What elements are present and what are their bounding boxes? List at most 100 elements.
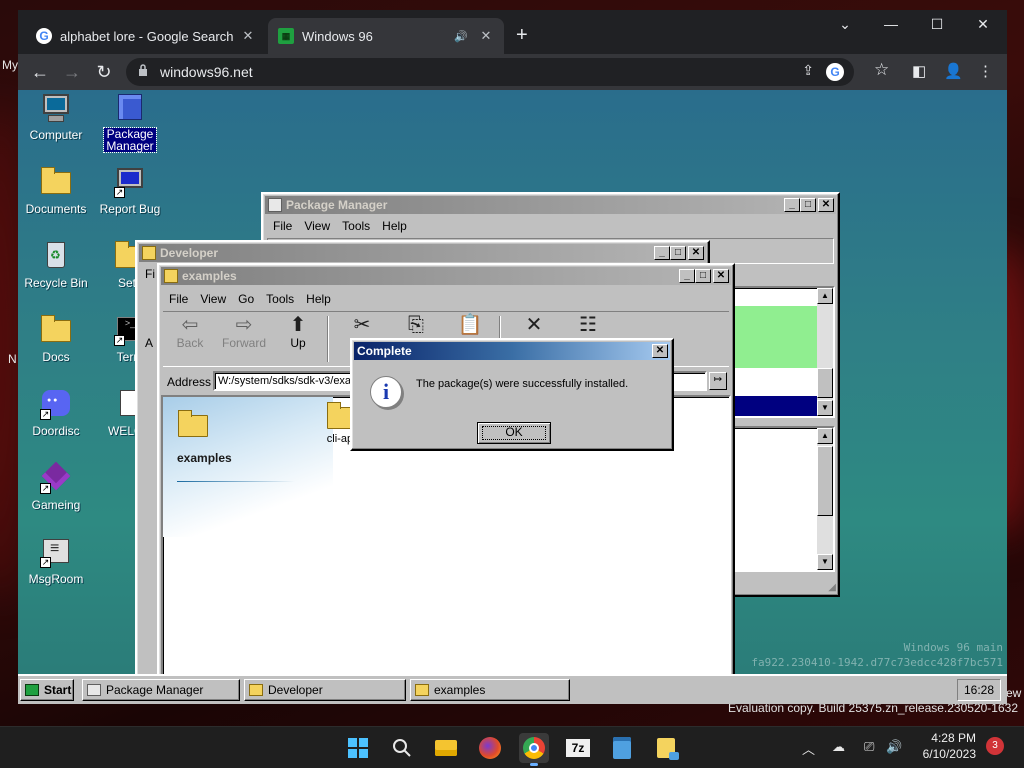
scrollbar[interactable]: ▲ ▼ xyxy=(817,288,833,416)
system-clock[interactable]: 4:28 PM 6/10/2023 xyxy=(923,730,976,762)
scroll-thumb[interactable] xyxy=(817,368,833,398)
maximize-icon[interactable]: ☐ xyxy=(922,16,952,33)
network-off-icon[interactable]: ☁ xyxy=(832,739,845,755)
go-arrow-icon[interactable]: ↦ xyxy=(709,372,727,390)
desktop-icon-documents[interactable]: Documents xyxy=(20,166,92,216)
tab-google-search[interactable]: G alphabet lore - Google Search ✕ xyxy=(26,18,266,54)
reload-icon[interactable]: ↻ xyxy=(92,60,116,84)
discord-icon: ↗ xyxy=(40,388,72,420)
explorer-titlebar[interactable]: examples _ □ ✕ xyxy=(161,267,731,285)
side-panel-icon[interactable]: ◧ xyxy=(912,62,926,80)
resize-grip-icon[interactable]: ◢ xyxy=(828,582,836,593)
forward-button[interactable]: ⇨ Forward xyxy=(219,312,269,366)
complete-dialog-titlebar[interactable]: Complete ✕ xyxy=(354,342,670,360)
back-button[interactable]: ⇦ Back xyxy=(165,312,215,366)
volume-icon[interactable]: 🔊 xyxy=(886,739,902,755)
clock-date: 6/10/2023 xyxy=(922,747,976,761)
audio-playing-icon[interactable]: 🔊 xyxy=(454,30,468,43)
package-list-item-installed[interactable] xyxy=(733,306,817,368)
menu-tools[interactable]: Tools xyxy=(260,292,300,306)
close-button[interactable]: ✕ xyxy=(818,198,834,212)
desktop-icon-doordisc[interactable]: ↗ Doordisc xyxy=(20,388,92,438)
close-icon[interactable]: ✕ xyxy=(240,28,256,44)
close-button[interactable]: ✕ xyxy=(713,269,729,283)
package-manager-menubar: File View Tools Help xyxy=(267,216,834,236)
google-icon: G xyxy=(36,28,52,44)
new-tab-icon[interactable]: + xyxy=(516,24,528,47)
profile-icon[interactable]: 👤 xyxy=(944,62,963,80)
folder-icon xyxy=(164,269,178,283)
menu-tools[interactable]: Tools xyxy=(336,219,376,233)
taskbar-item-developer[interactable]: Developer xyxy=(244,679,406,701)
scroll-up-icon[interactable]: ▲ xyxy=(817,288,833,304)
cube-icon: ↗ xyxy=(40,461,72,494)
scroll-down-icon[interactable]: ▼ xyxy=(817,554,833,570)
maximize-button[interactable]: □ xyxy=(695,269,711,283)
address-bar[interactable]: windows96.net ⇪ G xyxy=(126,58,854,86)
package-list[interactable]: ▲ ▼ xyxy=(731,286,835,418)
scissors-icon: ✂ xyxy=(353,314,371,336)
desktop-icon-report-bug[interactable]: ↗ Report Bug xyxy=(94,166,166,216)
minimize-button[interactable]: _ xyxy=(654,246,670,260)
scroll-down-icon[interactable]: ▼ xyxy=(817,400,833,416)
display-icon[interactable]: ⎚ xyxy=(864,739,874,755)
menu-help[interactable]: Help xyxy=(376,219,413,233)
notepad-icon[interactable] xyxy=(607,733,637,763)
desktop-icon-package-manager[interactable]: Package Manager xyxy=(94,92,166,153)
scroll-thumb[interactable] xyxy=(817,446,833,516)
tab-title: Windows 96 xyxy=(302,28,373,44)
close-window-icon[interactable]: ✕ xyxy=(968,16,998,33)
minimize-icon[interactable]: — xyxy=(876,16,906,32)
taskbar-clock[interactable]: 16:28 xyxy=(957,679,1001,701)
dialog-message: The package(s) were successfully install… xyxy=(416,378,629,390)
minimize-button[interactable]: _ xyxy=(679,269,695,283)
tab-windows-96[interactable]: ▦ Windows 96 🔊 ✕ xyxy=(268,18,504,54)
ok-button[interactable]: OK xyxy=(477,422,551,444)
minimize-button[interactable]: _ xyxy=(784,198,800,212)
folder-icon xyxy=(177,409,211,439)
file-explorer-icon[interactable] xyxy=(431,733,461,763)
tab-search-icon[interactable]: ⌄ xyxy=(830,16,860,33)
desktop-icon-gameing[interactable]: ↗ Gameing xyxy=(20,461,92,512)
taskbar-item-examples[interactable]: examples xyxy=(410,679,570,701)
menu-file[interactable]: File xyxy=(267,219,298,233)
windows-start-icon[interactable] xyxy=(343,733,373,763)
forward-arrow-icon[interactable]: → xyxy=(60,60,84,84)
menu-kebab-icon[interactable]: ⋮ xyxy=(978,62,993,80)
close-icon[interactable]: ✕ xyxy=(478,28,494,44)
developer-titlebar[interactable]: Developer _ □ ✕ xyxy=(139,244,706,262)
google-lens-icon[interactable]: G xyxy=(826,63,844,81)
desktop-icon-msgroom[interactable]: ↗ MsgRoom xyxy=(20,536,92,586)
maximize-button[interactable]: □ xyxy=(800,198,816,212)
menu-view[interactable]: View xyxy=(298,219,336,233)
desktop-icon-recycle-bin[interactable]: Recycle Bin xyxy=(20,240,92,290)
close-button[interactable]: ✕ xyxy=(688,246,704,260)
sticky-icon[interactable] xyxy=(651,733,681,763)
share-icon[interactable]: ⇪ xyxy=(802,62,814,79)
chevron-up-icon[interactable]: ︿ xyxy=(802,739,815,758)
chrome-icon[interactable] xyxy=(519,733,549,766)
browser-toolbar: ← → ↻ windows96.net ⇪ G ☆ ◧ 👤 ⋮ xyxy=(18,54,1007,90)
firefox-icon[interactable] xyxy=(475,733,505,763)
7zip-icon[interactable]: 7z xyxy=(563,733,593,763)
notification-badge[interactable]: 3 xyxy=(986,737,1004,755)
scrollbar[interactable]: ▲ ▼ xyxy=(817,428,833,570)
bookmark-star-icon[interactable]: ☆ xyxy=(874,60,889,80)
desktop-icon-computer[interactable]: Computer xyxy=(20,92,92,142)
menu-file[interactable]: File xyxy=(163,292,194,306)
package-list-item-selected[interactable] xyxy=(733,396,817,416)
taskbar-item-package-manager[interactable]: Package Manager xyxy=(82,679,240,701)
package-manager-titlebar[interactable]: Package Manager _ □ ✕ xyxy=(265,196,836,214)
desktop-icon-docs[interactable]: Docs xyxy=(20,314,92,364)
scroll-up-icon[interactable]: ▲ xyxy=(817,428,833,444)
menu-fragment[interactable]: Fi xyxy=(145,267,155,281)
close-button[interactable]: ✕ xyxy=(652,344,668,358)
menu-view[interactable]: View xyxy=(194,292,232,306)
maximize-button[interactable]: □ xyxy=(670,246,686,260)
up-button[interactable]: ⬆ Up xyxy=(273,312,323,366)
search-icon[interactable] xyxy=(387,733,417,763)
menu-help[interactable]: Help xyxy=(300,292,337,306)
menu-go[interactable]: Go xyxy=(232,292,260,306)
start-button[interactable]: Start xyxy=(20,679,74,701)
back-arrow-icon[interactable]: ← xyxy=(28,60,52,84)
